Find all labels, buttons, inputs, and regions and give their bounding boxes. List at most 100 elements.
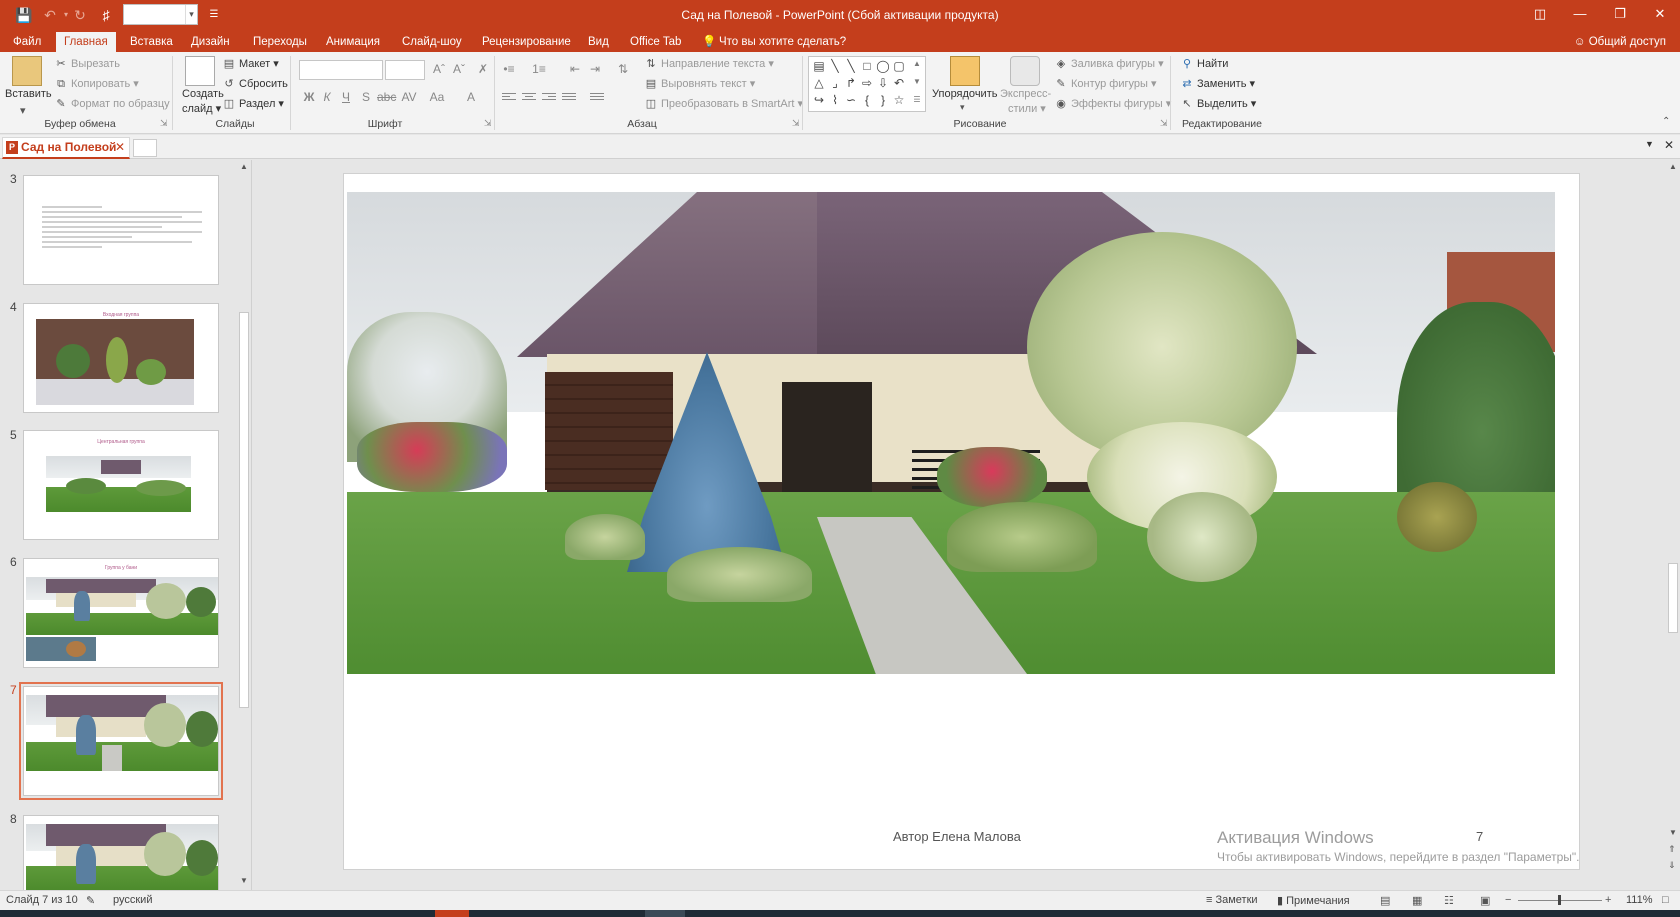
scroll-up-icon[interactable]: ▲ (240, 162, 248, 171)
shrink-font-icon[interactable]: Aˇ (450, 60, 468, 78)
zoom-slider-handle[interactable] (1558, 895, 1561, 905)
gallery-up-icon[interactable]: ▲ (909, 59, 925, 68)
arc-shape-icon[interactable]: ↶ (891, 76, 907, 90)
shapes-gallery[interactable]: ▤ ╲ ╲ □ ◯ ▢ △ ⌟ ↱ ⇨ ⇩ ↶ ↪ ⌇ ∽ { } ☆ ▲ ▼ … (808, 56, 926, 112)
freeform-shape-icon[interactable]: ⌇ (827, 93, 843, 107)
increase-indent-icon[interactable]: ⇥ (586, 60, 604, 78)
decrease-indent-icon[interactable]: ⇤ (566, 60, 584, 78)
text-direction-button[interactable]: ⇅ Направление текста ▾ (644, 57, 773, 70)
reading-view-icon[interactable]: ☷ (1444, 894, 1454, 907)
oval-shape-icon[interactable]: ◯ (875, 59, 891, 73)
shadow-button[interactable]: S (357, 88, 375, 106)
font-color-icon[interactable]: A (462, 88, 480, 106)
tab-design[interactable]: Дизайн (183, 32, 238, 52)
slide-thumbnail-4[interactable]: Входная группа (23, 303, 219, 413)
font-launcher-icon[interactable]: ⇲ (484, 118, 492, 129)
slide-thumbnail-7[interactable] (19, 682, 223, 800)
char-spacing-icon[interactable]: AV (400, 88, 418, 106)
thumbnail-scrollbar[interactable]: ▲ ▼ (238, 160, 250, 890)
strikethrough-icon[interactable]: abc (377, 88, 396, 106)
collapse-ribbon-icon[interactable]: ⌃ (1662, 116, 1670, 127)
rectangle-shape-icon[interactable]: □ (859, 59, 875, 73)
tell-me-box[interactable]: 💡 Что вы хотите сделать? (694, 32, 854, 52)
find-button[interactable]: ⚲ Найти (1180, 57, 1228, 70)
tab-office-tab[interactable]: Office Tab (622, 32, 689, 52)
align-right-icon[interactable] (540, 91, 558, 105)
paragraph-launcher-icon[interactable]: ⇲ (792, 118, 800, 129)
right-brace-shape-icon[interactable]: } (875, 93, 891, 107)
replace-button[interactable]: ⇄ Заменить ▾ (1180, 77, 1255, 90)
italic-button[interactable]: К (318, 88, 336, 106)
scroll-down-icon[interactable]: ▼ (1669, 828, 1677, 837)
new-slide-icon[interactable] (185, 56, 215, 86)
zoom-out-icon[interactable]: − (1505, 894, 1511, 906)
arrange-icon[interactable] (950, 56, 980, 86)
line-shape-2-icon[interactable]: ╲ (843, 59, 859, 73)
quick-styles-icon[interactable] (1010, 56, 1040, 86)
tab-transitions[interactable]: Переходы (245, 32, 315, 52)
underline-button[interactable]: Ч (337, 88, 355, 106)
shape-outline-button[interactable]: ✎ Контур фигуры ▾ (1054, 77, 1156, 90)
tab-insert[interactable]: Вставка (122, 32, 181, 52)
shape-effects-button[interactable]: ◉ Эффекты фигуры ▾ (1054, 97, 1171, 110)
align-left-icon[interactable] (500, 91, 518, 105)
reset-button[interactable]: ↺ Сбросить (222, 77, 288, 90)
close-document-icon[interactable]: ✕ (1664, 138, 1674, 152)
next-slide-icon[interactable]: ⇓ (1668, 860, 1676, 871)
font-name-combo[interactable] (299, 60, 383, 80)
normal-view-icon[interactable]: ▤ (1380, 894, 1390, 907)
rounded-rect-shape-icon[interactable]: ▢ (891, 59, 907, 73)
zoom-in-icon[interactable]: + (1605, 894, 1611, 906)
gallery-down-icon[interactable]: ▼ (909, 77, 925, 86)
select-button[interactable]: ↖ Выделить ▾ (1180, 97, 1256, 110)
shape-fill-button[interactable]: ◈ Заливка фигуры ▾ (1054, 57, 1164, 70)
justify-icon[interactable] (560, 91, 578, 105)
tab-home[interactable]: Главная (56, 32, 116, 52)
tab-animation[interactable]: Анимация (318, 32, 388, 52)
restore-button[interactable]: ❐ (1600, 0, 1640, 30)
paste-dropdown-icon[interactable]: ▾ (20, 104, 26, 117)
slide-thumbnail-5[interactable]: Центральная группа (23, 430, 219, 540)
format-painter-button[interactable]: ✎ Формат по образцу (54, 97, 169, 110)
taskbar-app-icon[interactable] (645, 910, 685, 917)
quick-styles-label-2[interactable]: стили ▾ (1008, 102, 1046, 115)
close-tab-icon[interactable]: ✕ (115, 138, 125, 157)
tab-list-icon[interactable]: ▼ (1645, 139, 1654, 149)
copy-button[interactable]: ⧉ Копировать ▾ (54, 77, 139, 91)
gallery-more-icon[interactable]: ☰ (909, 95, 925, 104)
align-text-button[interactable]: ▤ Выровнять текст ▾ (644, 77, 755, 90)
star-shape-icon[interactable]: ☆ (891, 93, 907, 107)
taskbar-powerpoint-icon[interactable] (435, 910, 469, 917)
previous-slide-icon[interactable]: ⇑ (1668, 844, 1676, 855)
scroll-up-icon[interactable]: ▲ (1669, 162, 1677, 171)
font-size-combo[interactable] (385, 60, 425, 80)
elbow-arrow-icon[interactable]: ↱ (843, 76, 859, 90)
document-tab[interactable]: P Сад на Полевой ✕ (2, 137, 130, 159)
new-slide-label-2[interactable]: слайд ▾ (182, 102, 221, 115)
slide-scroll-thumb[interactable] (1668, 563, 1678, 633)
line-shape-icon[interactable]: ╲ (827, 59, 843, 73)
scroll-down-icon[interactable]: ▼ (240, 876, 248, 885)
spellcheck-icon[interactable]: ✎ (86, 894, 95, 907)
cut-button[interactable]: ✂ Вырезать (54, 57, 120, 70)
minimize-button[interactable]: — (1560, 0, 1600, 30)
slide-scrollbar[interactable]: ▲ ▼ ⇑ ⇓ (1666, 160, 1680, 890)
curve-shape-icon[interactable]: ∽ (843, 93, 859, 107)
share-button[interactable]: ☺ Общий доступ (1574, 33, 1666, 51)
grow-font-icon[interactable]: Aˆ (430, 60, 448, 78)
garden-photo[interactable] (347, 192, 1555, 674)
paste-icon[interactable] (12, 56, 42, 86)
arrange-dropdown-icon[interactable]: ▾ (960, 102, 965, 113)
section-button[interactable]: ◫ Раздел ▾ (222, 97, 284, 110)
left-brace-shape-icon[interactable]: { (859, 93, 875, 107)
new-tab-button[interactable] (133, 139, 157, 157)
tab-file[interactable]: Файл (5, 32, 49, 52)
arrange-button[interactable]: Упорядочить (932, 88, 997, 100)
numbering-icon[interactable]: 1≡ (530, 60, 548, 78)
bullets-icon[interactable]: •≡ (500, 60, 518, 78)
ribbon-display-icon[interactable]: ◫ (1520, 0, 1560, 30)
slide-thumbnail-3[interactable] (23, 175, 219, 285)
language-indicator[interactable]: русский (113, 894, 152, 906)
slide-sorter-icon[interactable]: ▦ (1412, 894, 1422, 907)
smartart-button[interactable]: ◫ Преобразовать в SmartArt ▾ (644, 97, 803, 110)
